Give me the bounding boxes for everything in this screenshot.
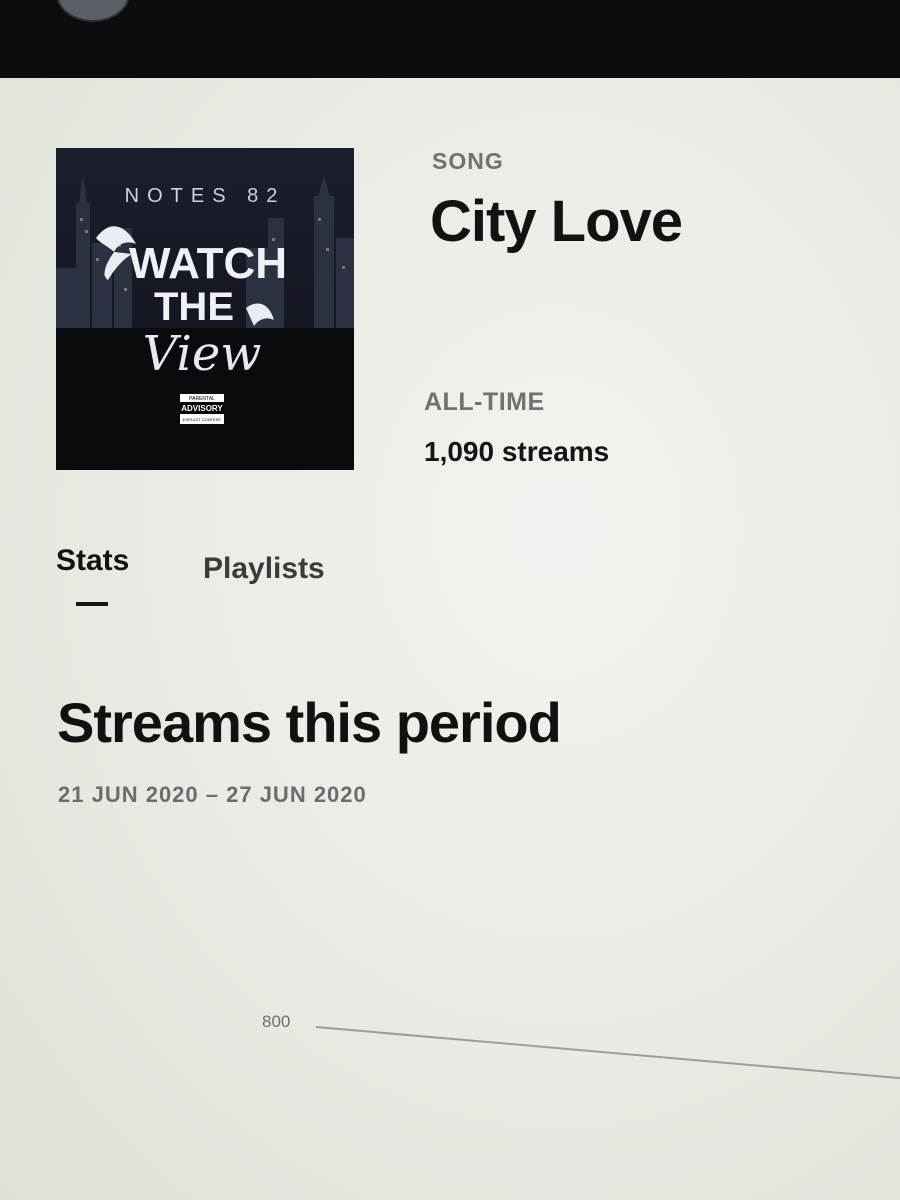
top-bar: [0, 0, 900, 78]
tab-playlists[interactable]: Playlists: [203, 552, 325, 586]
cover-artist-text: NOTES 82: [125, 185, 286, 207]
active-tab-indicator: [76, 602, 108, 606]
svg-text:ADVISORY: ADVISORY: [181, 404, 223, 413]
cover-title-script: View: [143, 326, 262, 382]
svg-text:EXPLICIT CONTENT: EXPLICIT CONTENT: [183, 417, 222, 422]
all-time-streams: 1,090 streams: [424, 436, 610, 467]
cover-title-line1: WATCH: [129, 239, 287, 288]
avatar[interactable]: [56, 0, 130, 22]
tab-stats[interactable]: Stats: [56, 544, 129, 578]
date-range: 21 JUN 2020 – 27 JUN 2020: [58, 782, 367, 807]
section-title: Streams this period: [57, 691, 562, 754]
item-type-label: SONG: [432, 148, 504, 174]
all-time-label: ALL-TIME: [424, 388, 545, 416]
svg-text:PARENTAL: PARENTAL: [189, 396, 215, 402]
song-title: City Love: [430, 189, 683, 254]
parental-advisory-label: PARENTAL ADVISORY EXPLICIT CONTENT: [180, 394, 224, 424]
cover-title-line2: THE: [154, 285, 234, 329]
y-axis-tick-label: 800: [262, 1012, 291, 1031]
album-cover: NOTES 82 WATCH THE View PARENTAL ADVISOR…: [56, 148, 354, 470]
